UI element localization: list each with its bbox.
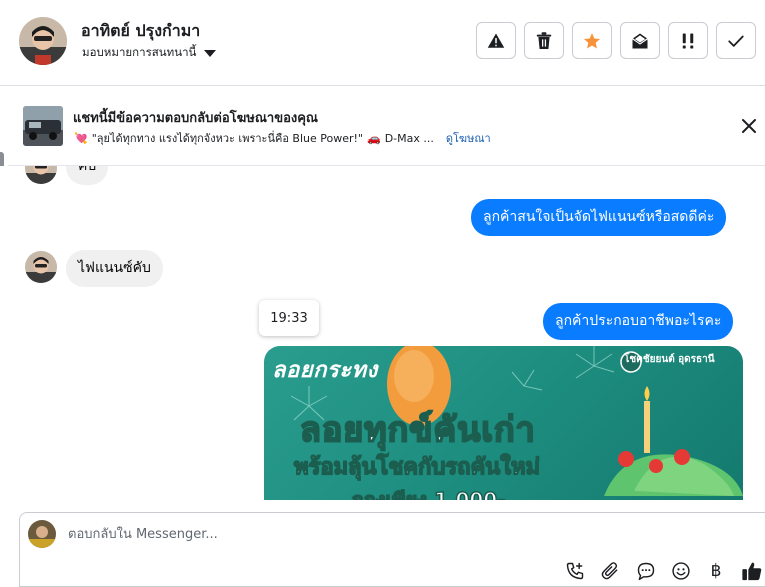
conversation-header: อาทิตย์ ปรุงกำมา มอบหมายการสนทนานี้ xyxy=(0,0,765,86)
contact-avatar-small xyxy=(25,251,57,283)
emoji-icon xyxy=(672,562,690,580)
message-thread[interactable]: คับ ลูกค้าสนใจเป็นจัดไฟแนนซ์หรือสดดีค่ะ … xyxy=(0,166,765,500)
attach-button[interactable] xyxy=(598,559,622,583)
like-button[interactable] xyxy=(740,559,764,583)
promo-bottom-line: จองเพียง 1,000- xyxy=(351,487,506,500)
contact-name[interactable]: อาทิตย์ ปรุงกำมา xyxy=(81,19,200,44)
car-icon: 🚗 xyxy=(367,131,381,145)
saved-reply-icon xyxy=(637,562,655,581)
incoming-message[interactable]: คับ xyxy=(66,166,109,185)
reply-composer: ฿ xyxy=(19,512,765,587)
outgoing-message[interactable]: ลูกค้าสนใจเป็นจัดไฟแนนซ์หรือสดดีค่ะ xyxy=(471,199,727,236)
ad-reply-banner: แชทนี้มีข้อความตอบกลับต่อโฆษณาของคุณ 💘 "… xyxy=(8,88,765,166)
payment-button[interactable]: ฿ xyxy=(704,559,728,583)
check-icon xyxy=(728,35,744,47)
envelope-open-icon xyxy=(632,33,648,48)
delete-button[interactable] xyxy=(524,22,564,59)
close-banner-button[interactable] xyxy=(739,116,759,136)
banner-snippet-tail: D-Max ... xyxy=(384,131,434,145)
paperclip-icon xyxy=(601,562,618,580)
saved-reply-button[interactable] xyxy=(634,559,658,583)
ad-thumbnail[interactable] xyxy=(23,106,63,146)
emoji-button[interactable] xyxy=(669,559,693,583)
mark-unread-button[interactable] xyxy=(620,22,660,59)
mark-done-button[interactable] xyxy=(716,22,756,59)
thumbs-up-icon xyxy=(742,562,762,581)
close-icon xyxy=(742,119,756,133)
promo-brand-logo: โชคชัยยนต์ อุดรธานี xyxy=(624,352,715,367)
incoming-message[interactable]: ไฟแนนซ์คับ xyxy=(66,250,163,287)
star-icon xyxy=(583,32,601,48)
mark-spam-button[interactable] xyxy=(476,22,516,59)
contact-avatar[interactable] xyxy=(19,17,67,65)
baht-icon: ฿ xyxy=(710,561,722,581)
banner-snippet: "ลุยได้ทุกทาง แรงได้ทุกจังหวะ เพราะนี่คื… xyxy=(91,132,363,145)
promo-brand-text: โชคชัยยนต์ อุดรธานี xyxy=(624,354,715,365)
promo-subline: พร้อมลุ้นโชคกับรถคันใหม่ xyxy=(293,454,540,481)
star-button[interactable] xyxy=(572,22,612,59)
banner-snippet-row: 💘 "ลุยได้ทุกทาง แรงได้ทุกจังหวะ เพราะนี่… xyxy=(74,129,491,147)
timestamp-tooltip: 19:33 xyxy=(259,300,319,336)
outgoing-message[interactable]: ลูกค้าประกอบอาชีพอะไรคะ xyxy=(543,303,734,340)
page-avatar xyxy=(28,520,56,548)
reply-input[interactable] xyxy=(68,521,668,547)
view-ad-link[interactable]: ดูโฆษณา xyxy=(446,129,491,147)
follow-up-button[interactable] xyxy=(668,22,708,59)
banner-title: แชทนี้มีข้อความตอบกลับต่อโฆษณาของคุณ xyxy=(73,111,318,126)
promo-tag-text: ลอยกระทง xyxy=(272,358,378,383)
add-call-icon xyxy=(566,562,584,580)
promo-headline: ลอยทุกข์คันเก่า xyxy=(299,409,536,451)
warning-icon xyxy=(487,33,505,48)
trash-icon xyxy=(536,31,552,49)
chevron-down-icon xyxy=(204,50,217,57)
add-call-button[interactable] xyxy=(563,559,587,583)
assign-label: มอบหมายการสนทนานี้ xyxy=(82,45,197,59)
heart-icon: 💘 xyxy=(74,131,88,145)
contact-avatar-small xyxy=(25,166,57,184)
promo-image-message[interactable]: ลอยกระทง โชคชัยยนต์ อุดรธานี ลอยทุกข์คัน… xyxy=(264,346,743,500)
assign-conversation-dropdown[interactable]: มอบหมายการสนทนานี้ xyxy=(82,44,217,62)
double-exclamation-icon xyxy=(682,33,694,48)
